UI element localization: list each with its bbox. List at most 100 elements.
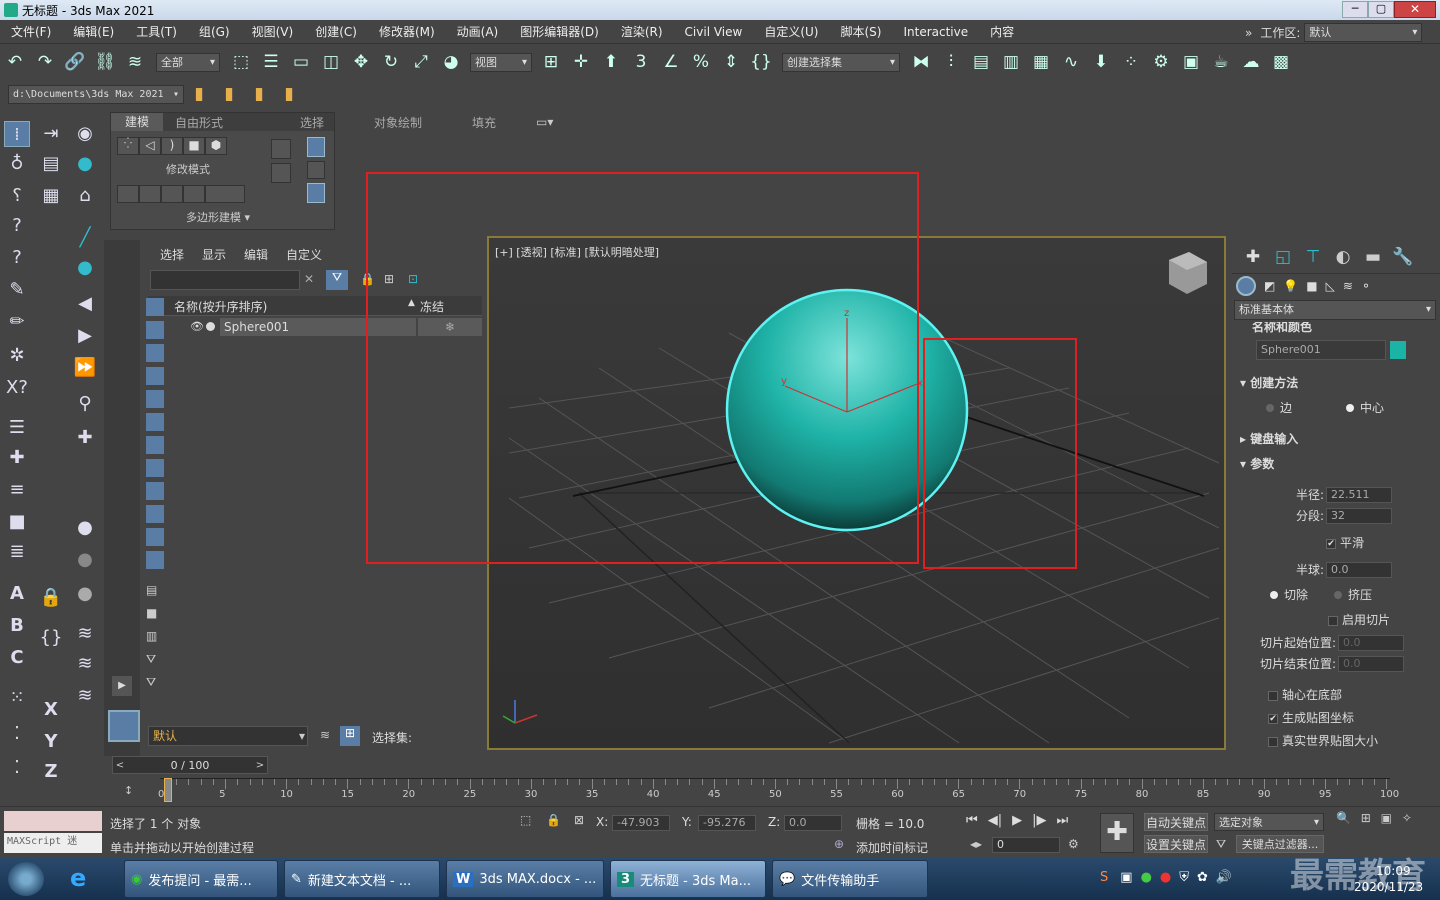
segments-input[interactable]: 32: [1326, 507, 1392, 524]
move-icon[interactable]: ✥: [349, 50, 373, 74]
filter-none-icon[interactable]: ■: [146, 606, 164, 624]
sphere-select-icon[interactable]: ●: [72, 255, 98, 281]
axis-y-icon[interactable]: Y: [38, 729, 64, 755]
create-project-icon[interactable]: ▮: [247, 82, 271, 106]
time-config-icon[interactable]: ⚙: [1068, 837, 1079, 851]
rollout-creation-method[interactable]: ▾ 创建方法: [1232, 360, 1440, 391]
col-name[interactable]: 名称(按升序排序): [174, 298, 267, 315]
ime-icon[interactable]: S: [1100, 870, 1108, 885]
radius-input[interactable]: 22.511: [1326, 486, 1392, 503]
material-editor-icon[interactable]: ⁘: [1119, 50, 1143, 74]
rollout-name-color[interactable]: 名称和颜色: [1232, 322, 1440, 336]
scale-icon[interactable]: ⤢: [409, 50, 433, 74]
y-coord-input[interactable]: -95.276: [698, 815, 756, 831]
pencil-icon[interactable]: ✏: [4, 309, 30, 335]
project-path-dropdown[interactable]: d:\Documents\3ds Max 2021: [8, 84, 184, 104]
hierarchy-icon[interactable]: ⌂: [72, 183, 98, 209]
wand-icon[interactable]: ⚲: [72, 391, 98, 417]
axis-x-icon[interactable]: X: [38, 697, 64, 723]
zoom-icon[interactable]: 🔍: [1336, 811, 1351, 825]
abs-mode-icon[interactable]: ⊠: [574, 813, 584, 827]
play-button-icon[interactable]: ▶: [1012, 813, 1022, 828]
table-icon[interactable]: ▤: [38, 151, 64, 177]
menu-tools[interactable]: 工具(T): [125, 23, 188, 40]
object-name-input[interactable]: Sphere001: [1256, 340, 1386, 360]
unlink-icon[interactable]: ⛓: [93, 50, 117, 74]
letter-b-icon[interactable]: B: [4, 613, 30, 639]
circle3-icon[interactable]: ●: [72, 581, 98, 607]
goto-start-icon[interactable]: ⏮: [966, 813, 978, 828]
set-project-icon[interactable]: ▮: [277, 82, 301, 106]
rotate-icon[interactable]: ↻: [379, 50, 403, 74]
category-dropdown[interactable]: 标准基本体: [1234, 300, 1436, 320]
tab-scene-select[interactable]: 选择: [160, 246, 184, 263]
undo-icon[interactable]: ↶: [3, 50, 27, 74]
motion-tab-icon[interactable]: ◐: [1331, 245, 1355, 269]
tool5-icon[interactable]: [205, 185, 245, 203]
lasso-icon[interactable]: ♁: [4, 151, 30, 177]
display-tab-icon[interactable]: ▬: [1361, 245, 1385, 269]
percent-snap-icon[interactable]: %: [689, 50, 713, 74]
expand-panel-icon[interactable]: ▶: [112, 676, 132, 696]
squash-radio[interactable]: [1334, 590, 1343, 599]
media-icon[interactable]: ◀: [72, 291, 98, 317]
edge-icon[interactable]: ◁: [139, 137, 161, 155]
smooth-checkbox[interactable]: ✔: [1326, 538, 1336, 549]
menu-modifiers[interactable]: 修改器(M): [368, 23, 446, 40]
menu-group[interactable]: 组(G): [188, 23, 241, 40]
tab-freeform[interactable]: 自由形式: [163, 114, 235, 131]
filter-all-icon[interactable]: ▤: [146, 583, 164, 601]
menu-edit[interactable]: 编辑(E): [62, 23, 125, 40]
goto-end-icon[interactable]: ⏭: [1056, 813, 1068, 828]
current-frame-input[interactable]: 0: [992, 837, 1060, 853]
next-frame-icon[interactable]: |▶: [1032, 813, 1046, 828]
filter-spacewarps-icon[interactable]: [146, 413, 164, 431]
filter-icon[interactable]: ⛛: [326, 270, 348, 290]
filter-frozen-icon[interactable]: [146, 528, 164, 546]
brush-icon[interactable]: ╱: [72, 225, 98, 251]
select-by-name-icon[interactable]: ☰: [259, 50, 283, 74]
shapes-sub-icon[interactable]: ◩: [1264, 279, 1275, 293]
network-icon[interactable]: ▣: [1120, 870, 1132, 885]
helpers-icon[interactable]: ◺: [1326, 279, 1335, 293]
render-production-icon[interactable]: ☕: [1209, 50, 1233, 74]
vertex-icon[interactable]: ⁛: [117, 137, 139, 155]
selset-icon[interactable]: ⊞: [340, 726, 360, 746]
ribbon-options-icon[interactable]: ▭▾: [536, 115, 553, 129]
menu-create[interactable]: 创建(C): [304, 23, 368, 40]
menu-customize[interactable]: 自定义(U): [753, 23, 829, 40]
filter-funnel-icon[interactable]: ⛛: [146, 652, 164, 670]
menu-views[interactable]: 视图(V): [241, 23, 305, 40]
chop-radio[interactable]: [1270, 590, 1278, 599]
layer-dropdown[interactable]: 默认 ▾: [148, 726, 308, 746]
forward-icon[interactable]: ⏩: [72, 355, 98, 381]
filter-bones-icon[interactable]: [146, 482, 164, 500]
tab-selection[interactable]: 选择: [300, 114, 324, 131]
xform-icon[interactable]: X?: [4, 375, 30, 401]
menu-content[interactable]: 内容: [979, 23, 1025, 40]
ie-icon[interactable]: e: [70, 864, 86, 892]
curve-editor-icon[interactable]: ∿: [1059, 50, 1083, 74]
scene-explorer-icon[interactable]: ▦: [1029, 50, 1053, 74]
schematic-view-icon[interactable]: ⬇: [1089, 50, 1113, 74]
filter-groups-icon[interactable]: [146, 436, 164, 454]
maxscript-mini[interactable]: MAXScript 迷: [4, 833, 102, 853]
toggle-ribbon-icon[interactable]: ▥: [999, 50, 1023, 74]
filter-xrefs-icon[interactable]: [146, 459, 164, 477]
add-time-tag[interactable]: 添加时间标记: [856, 839, 928, 856]
center-radio[interactable]: [1346, 403, 1355, 412]
task-item-5[interactable]: 💬 文件传输助手: [772, 860, 928, 898]
spacewarps-icon[interactable]: ≋: [1343, 279, 1353, 293]
stack-icon[interactable]: ≡: [4, 477, 30, 503]
placement-icon[interactable]: ◕: [439, 50, 463, 74]
tab-scene-edit[interactable]: 编辑: [244, 246, 268, 263]
visibility-icon[interactable]: 👁: [190, 320, 204, 333]
key-mode-icon[interactable]: ◂▸: [970, 837, 982, 851]
pen-icon[interactable]: ✎: [4, 277, 30, 303]
open-project-icon[interactable]: ▮: [217, 82, 241, 106]
keyboard-shortcut-icon[interactable]: ⬆: [599, 50, 623, 74]
project-folder-icon[interactable]: ▮: [187, 82, 211, 106]
menu-animation[interactable]: 动画(A): [446, 23, 510, 40]
stack3-icon[interactable]: ≋: [72, 651, 98, 677]
stack4-icon[interactable]: ≋: [72, 683, 98, 709]
